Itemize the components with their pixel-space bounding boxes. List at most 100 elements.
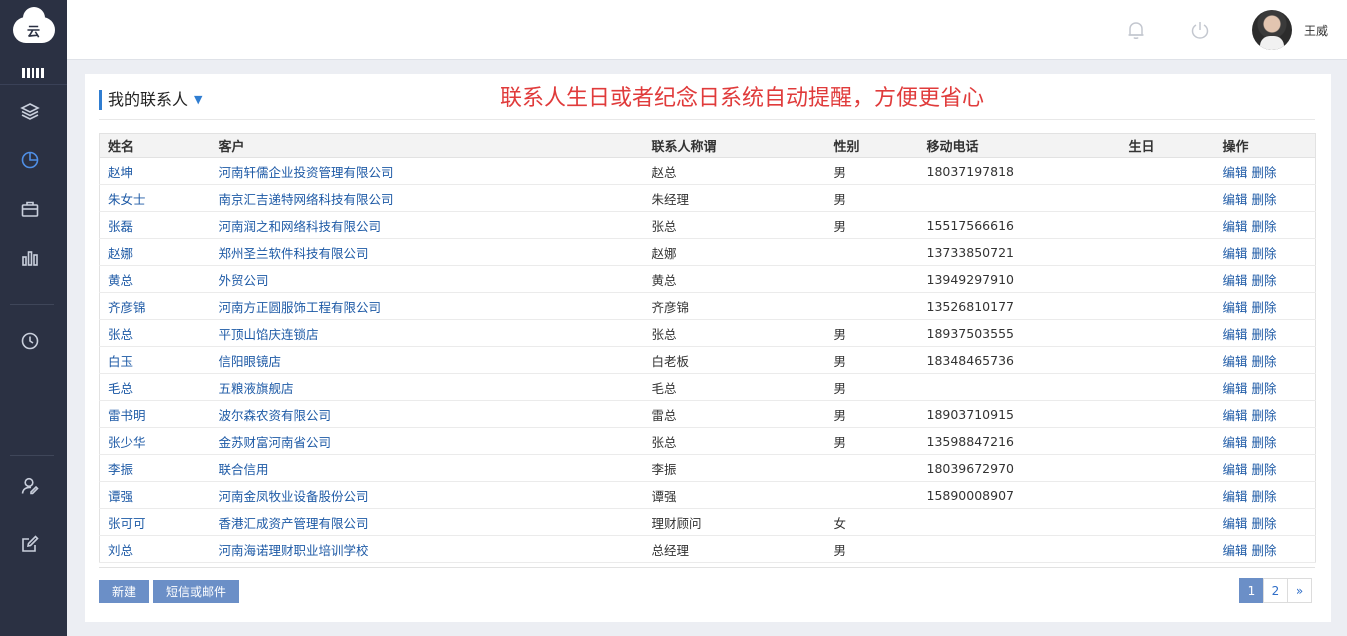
edit-link[interactable]: 编辑 xyxy=(1223,327,1248,342)
edit-link[interactable]: 编辑 xyxy=(1223,462,1248,477)
cell-customer[interactable]: 河南金凤牧业设备股份公司 xyxy=(210,481,644,509)
cell-customer[interactable]: 河南轩儒企业投资管理有限公司 xyxy=(210,157,644,185)
table-row[interactable]: 赵娜 郑州圣兰软件科技有限公司 赵娜 13733850721 编辑 删除 xyxy=(99,238,1316,266)
column-header-name[interactable]: 姓名 xyxy=(99,133,211,158)
cell-customer[interactable]: 郑州圣兰软件科技有限公司 xyxy=(210,238,644,266)
table-row[interactable]: 朱女士 南京汇吉递特网络科技有限公司 朱经理男 编辑 删除 xyxy=(99,184,1316,212)
delete-link[interactable]: 删除 xyxy=(1252,435,1277,450)
cell-name[interactable]: 李振 xyxy=(99,454,211,482)
page-title[interactable]: 我的联系人 ▼ xyxy=(99,90,202,110)
cell-name[interactable]: 张磊 xyxy=(99,211,211,239)
edit-link[interactable]: 编辑 xyxy=(1223,300,1248,315)
delete-link[interactable]: 删除 xyxy=(1252,489,1277,504)
sidebar-item-layers[interactable] xyxy=(18,99,42,123)
next-page-button[interactable]: » xyxy=(1287,578,1312,603)
cell-name[interactable]: 黄总 xyxy=(99,265,211,293)
sms-email-button[interactable]: 短信或邮件 xyxy=(153,580,239,603)
edit-link[interactable]: 编辑 xyxy=(1223,489,1248,504)
table-row[interactable]: 张少华 金苏财富河南省公司 张总男 13598847216 编辑 删除 xyxy=(99,427,1316,455)
edit-link[interactable]: 编辑 xyxy=(1223,192,1248,207)
cell-customer[interactable]: 河南海诺理财职业培训学校 xyxy=(210,535,644,563)
edit-link[interactable]: 编辑 xyxy=(1223,219,1248,234)
delete-link[interactable]: 删除 xyxy=(1252,543,1277,558)
cell-customer[interactable]: 南京汇吉递特网络科技有限公司 xyxy=(210,184,644,212)
cell-customer[interactable]: 信阳眼镜店 xyxy=(210,346,644,374)
column-header-birthday[interactable]: 生日 xyxy=(1120,133,1215,158)
cell-customer[interactable]: 波尔森农资有限公司 xyxy=(210,400,644,428)
delete-link[interactable]: 删除 xyxy=(1252,273,1277,288)
delete-link[interactable]: 删除 xyxy=(1252,246,1277,261)
avatar[interactable] xyxy=(1252,10,1292,50)
cell-name[interactable]: 朱女士 xyxy=(99,184,211,212)
delete-link[interactable]: 删除 xyxy=(1252,327,1277,342)
delete-link[interactable]: 删除 xyxy=(1252,408,1277,423)
edit-link[interactable]: 编辑 xyxy=(1223,435,1248,450)
cell-customer[interactable]: 外贸公司 xyxy=(210,265,644,293)
sidebar-item-contacts[interactable] xyxy=(18,474,42,498)
table-row[interactable]: 张可可 香港汇成资产管理有限公司 理财顾问女 编辑 删除 xyxy=(99,508,1316,536)
edit-link[interactable]: 编辑 xyxy=(1223,516,1248,531)
table-row[interactable]: 李振 联合信用 李振 18039672970 编辑 删除 xyxy=(99,454,1316,482)
delete-link[interactable]: 删除 xyxy=(1252,192,1277,207)
delete-link[interactable]: 删除 xyxy=(1252,300,1277,315)
cell-name[interactable]: 刘总 xyxy=(99,535,211,563)
table-row[interactable]: 刘总 河南海诺理财职业培训学校 总经理男 编辑 删除 xyxy=(99,535,1316,563)
table-row[interactable]: 雷书明 波尔森农资有限公司 雷总男 18903710915 编辑 删除 xyxy=(99,400,1316,428)
edit-link[interactable]: 编辑 xyxy=(1223,273,1248,288)
delete-link[interactable]: 删除 xyxy=(1252,462,1277,477)
cell-customer[interactable]: 河南方正圆服饰工程有限公司 xyxy=(210,292,644,320)
table-row[interactable]: 谭强 河南金凤牧业设备股份公司 谭强 15890008907 编辑 删除 xyxy=(99,481,1316,509)
delete-link[interactable]: 删除 xyxy=(1252,354,1277,369)
sidebar-item-stats[interactable] xyxy=(18,148,42,172)
cell-name[interactable]: 齐彦锦 xyxy=(99,292,211,320)
sidebar-item-reports[interactable] xyxy=(18,246,42,270)
page-button-1[interactable]: 1 xyxy=(1239,578,1264,603)
cell-customer[interactable]: 联合信用 xyxy=(210,454,644,482)
cell-name[interactable]: 赵娜 xyxy=(99,238,211,266)
cell-customer[interactable]: 平顶山馅庆连锁店 xyxy=(210,319,644,347)
delete-link[interactable]: 删除 xyxy=(1252,165,1277,180)
cell-name[interactable]: 雷书明 xyxy=(99,400,211,428)
column-header-customer[interactable]: 客户 xyxy=(210,133,644,158)
table-row[interactable]: 赵坤 河南轩儒企业投资管理有限公司 赵总男 18037197818 编辑 删除 xyxy=(99,157,1316,185)
table-row[interactable]: 黄总 外贸公司 黄总 13949297910 编辑 删除 xyxy=(99,265,1316,293)
sidebar-item-notes[interactable] xyxy=(18,532,42,556)
menu-toggle-icon[interactable] xyxy=(22,68,44,78)
cell-name[interactable]: 毛总 xyxy=(99,373,211,401)
edit-link[interactable]: 编辑 xyxy=(1223,246,1248,261)
edit-link[interactable]: 编辑 xyxy=(1223,543,1248,558)
column-header-mobile[interactable]: 移动电话 xyxy=(918,133,1121,158)
table-row[interactable]: 毛总 五粮液旗舰店 毛总男编辑 删除 xyxy=(99,373,1316,401)
cell-customer[interactable]: 金苏财富河南省公司 xyxy=(210,427,644,455)
notification-button[interactable] xyxy=(1125,19,1147,41)
delete-link[interactable]: 删除 xyxy=(1252,516,1277,531)
cell-name[interactable]: 白玉 xyxy=(99,346,211,374)
sidebar-item-history[interactable] xyxy=(18,329,42,353)
delete-link[interactable]: 删除 xyxy=(1252,381,1277,396)
delete-link[interactable]: 删除 xyxy=(1252,219,1277,234)
cell-name[interactable]: 谭强 xyxy=(99,481,211,509)
edit-link[interactable]: 编辑 xyxy=(1223,165,1248,180)
logout-button[interactable] xyxy=(1189,19,1211,41)
table-row[interactable]: 张总 平顶山馅庆连锁店 张总男 18937503555 编辑 删除 xyxy=(99,319,1316,347)
sidebar-item-business[interactable] xyxy=(18,197,42,221)
table-row[interactable]: 白玉 信阳眼镜店 白老板男 18348465736 编辑 删除 xyxy=(99,346,1316,374)
logo[interactable]: 云 xyxy=(0,0,67,60)
table-row[interactable]: 齐彦锦 河南方正圆服饰工程有限公司 齐彦锦 13526810177 编辑 删除 xyxy=(99,292,1316,320)
cell-customer[interactable]: 河南润之和网络科技有限公司 xyxy=(210,211,644,239)
cell-customer[interactable]: 香港汇成资产管理有限公司 xyxy=(210,508,644,536)
edit-link[interactable]: 编辑 xyxy=(1223,381,1248,396)
cell-customer[interactable]: 五粮液旗舰店 xyxy=(210,373,644,401)
column-header-gender[interactable]: 性别 xyxy=(825,133,919,158)
column-header-title[interactable]: 联系人称谓 xyxy=(643,133,826,158)
new-button[interactable]: 新建 xyxy=(99,580,149,603)
username[interactable]: 王威 xyxy=(1304,22,1328,39)
cell-name[interactable]: 张少华 xyxy=(99,427,211,455)
table-row[interactable]: 张磊 河南润之和网络科技有限公司 张总男 15517566616 编辑 删除 xyxy=(99,211,1316,239)
cell-name[interactable]: 张总 xyxy=(99,319,211,347)
edit-link[interactable]: 编辑 xyxy=(1223,354,1248,369)
edit-link[interactable]: 编辑 xyxy=(1223,408,1248,423)
cell-name[interactable]: 赵坤 xyxy=(99,157,211,185)
page-button-2[interactable]: 2 xyxy=(1263,578,1288,603)
cell-name[interactable]: 张可可 xyxy=(99,508,211,536)
